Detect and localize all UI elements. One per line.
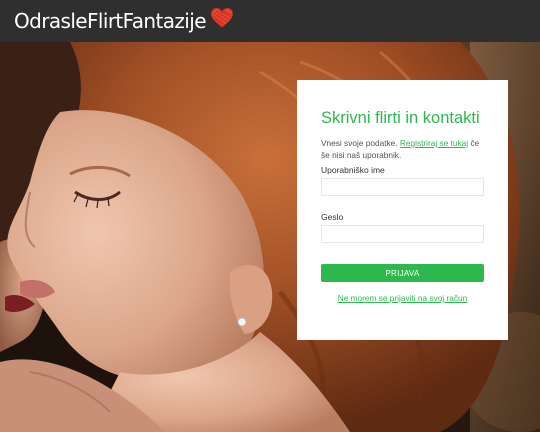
site-logo[interactable]: OdrasleFlirtFantazije [14, 7, 234, 34]
password-label: Geslo [321, 212, 344, 222]
login-intro: Vnesi svoje podatke. Registriraj se tuka… [321, 137, 484, 161]
login-title: Skrivni flirti in kontakti [321, 109, 480, 127]
login-card: Skrivni flirti in kontakti Vnesi svoje p… [297, 80, 508, 340]
register-link[interactable]: Registriraj se tukaj [400, 138, 468, 148]
heart-icon [210, 7, 234, 34]
username-field[interactable] [321, 178, 484, 196]
intro-text-before: Vnesi svoje podatke. [321, 138, 398, 148]
logo-text: OdrasleFlirtFantazije [14, 9, 207, 33]
login-button[interactable]: PRIJAVA [321, 264, 484, 282]
username-label: Uporabniško ime [321, 165, 385, 175]
password-field[interactable] [321, 225, 484, 243]
top-bar: OdrasleFlirtFantazije [0, 0, 540, 42]
forgot-login-link[interactable]: Ne morem se prijaviti na svoj račun [321, 293, 484, 303]
